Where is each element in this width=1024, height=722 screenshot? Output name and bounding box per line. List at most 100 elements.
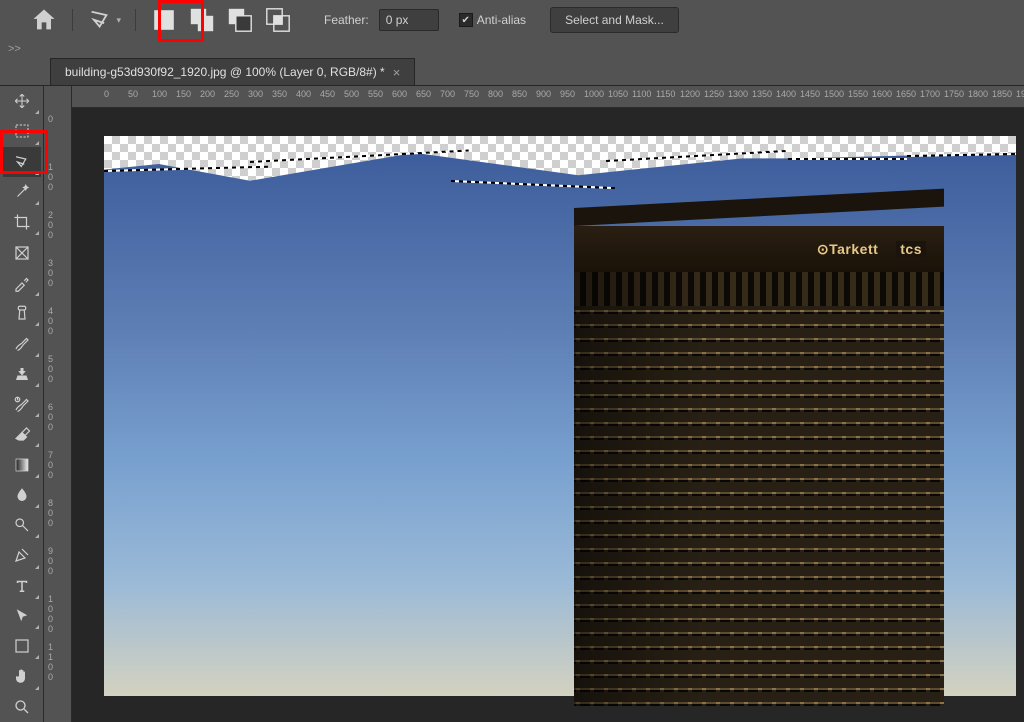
hand-tool[interactable] — [3, 661, 41, 691]
ruler-tick: 1200 — [680, 89, 700, 99]
marquee-tool[interactable] — [3, 116, 41, 146]
eraser-tool[interactable] — [3, 419, 41, 449]
horizontal-ruler: 0 50 100 150 200 250 300 350 400 450 500 550 600 650 7… — [72, 86, 1024, 108]
intersect-selection-icon[interactable] — [264, 6, 292, 34]
ruler-tick: 1000 — [48, 594, 53, 634]
building-sign-1: ⊙Tarkett — [817, 241, 878, 258]
ruler-tick: 1450 — [800, 89, 820, 99]
ruler-tick: 50 — [128, 89, 138, 99]
ruler-tick: 1700 — [920, 89, 940, 99]
ruler-tick: 550 — [368, 89, 383, 99]
add-to-selection-icon[interactable] — [188, 6, 216, 34]
ruler-tick: 200 — [200, 89, 215, 99]
document-tab-bar: building-g53d930f92_1920.jpg @ 100% (Lay… — [0, 58, 1024, 86]
ruler-tick: 250 — [224, 89, 239, 99]
ruler-tick: 950 — [560, 89, 575, 99]
ruler-tick: 600 — [392, 89, 407, 99]
document-canvas[interactable]: ⊙Tarkett tcs — [104, 136, 1016, 696]
move-tool[interactable] — [3, 86, 41, 116]
ruler-tick: 900 — [536, 89, 551, 99]
separator — [135, 9, 136, 31]
ruler-tick: 800 — [48, 498, 53, 528]
check-icon: ✔ — [459, 13, 473, 27]
document-tab-title: building-g53d930f92_1920.jpg @ 100% (Lay… — [65, 65, 385, 79]
blur-tool[interactable] — [3, 480, 41, 510]
ruler-tick: 1350 — [752, 89, 772, 99]
new-selection-icon[interactable] — [150, 6, 178, 34]
pen-tool[interactable] — [3, 540, 41, 570]
ruler-tick: 300 — [248, 89, 263, 99]
anti-alias-checkbox[interactable]: ✔ Anti-alias — [459, 13, 526, 27]
ruler-tick: 1500 — [824, 89, 844, 99]
close-icon[interactable]: × — [393, 65, 401, 80]
ruler-tick: 1050 — [608, 89, 628, 99]
zoom-tool[interactable] — [3, 692, 41, 722]
ruler-tick: 1250 — [704, 89, 724, 99]
options-bar: ▾ Feather: ✔ Anti-alias Select and Mask.… — [0, 0, 1024, 40]
separator — [72, 9, 73, 31]
vertical-ruler: 0 100 200 300 400 500 600 700 800 900 1000 1100 — [44, 86, 72, 722]
polygonal-lasso-presets-icon[interactable]: ▾ — [87, 6, 121, 34]
ruler-tick: 1550 — [848, 89, 868, 99]
lasso-tool[interactable] — [3, 147, 41, 177]
ruler-tick: 100 — [152, 89, 167, 99]
ruler-tick: 800 — [488, 89, 503, 99]
tools-panel — [0, 86, 44, 722]
ruler-tick: 300 — [48, 258, 53, 288]
shape-tool[interactable] — [3, 631, 41, 661]
feather-label: Feather: — [324, 13, 369, 27]
building-sign-2: tcs — [896, 241, 926, 257]
document-tab[interactable]: building-g53d930f92_1920.jpg @ 100% (Lay… — [50, 58, 415, 85]
ruler-tick: 100 — [48, 162, 53, 192]
feather-input[interactable] — [379, 9, 439, 31]
dodge-tool[interactable] — [3, 510, 41, 540]
ruler-tick: 700 — [48, 450, 53, 480]
ruler-tick: 1000 — [584, 89, 604, 99]
ruler-tick: 750 — [464, 89, 479, 99]
selection-marching-ants — [788, 158, 907, 160]
ruler-tick: 500 — [48, 354, 53, 384]
history-brush-tool[interactable] — [3, 389, 41, 419]
home-icon[interactable] — [30, 6, 58, 34]
ruler-tick: 900 — [48, 546, 53, 576]
image-building: ⊙Tarkett tcs — [574, 226, 944, 706]
ruler-tick: 0 — [48, 114, 53, 124]
ruler-tick: 500 — [344, 89, 359, 99]
ruler-tick: 650 — [416, 89, 431, 99]
select-and-mask-button[interactable]: Select and Mask... — [550, 7, 679, 33]
frame-tool[interactable] — [3, 237, 41, 267]
ruler-tick: 150 — [176, 89, 191, 99]
ruler-tick: 450 — [320, 89, 335, 99]
healing-brush-tool[interactable] — [3, 298, 41, 328]
ruler-tick: 1800 — [968, 89, 988, 99]
brush-tool[interactable] — [3, 328, 41, 358]
ruler-tick: 200 — [48, 210, 53, 240]
ruler-tick: 600 — [48, 402, 53, 432]
ruler-tick: 1600 — [872, 89, 892, 99]
magic-wand-tool[interactable] — [3, 177, 41, 207]
ruler-tick: 1150 — [656, 89, 675, 99]
ruler-tick: 0 — [104, 89, 109, 99]
type-tool[interactable] — [3, 571, 41, 601]
ruler-tick: 850 — [512, 89, 527, 99]
ruler-tick: 700 — [440, 89, 455, 99]
eyedropper-tool[interactable] — [3, 268, 41, 298]
clone-stamp-tool[interactable] — [3, 359, 41, 389]
ruler-tick: 1100 — [48, 642, 53, 682]
path-select-tool[interactable] — [3, 601, 41, 631]
ruler-tick: 1100 — [632, 89, 651, 99]
ruler-tick: 1850 — [992, 89, 1012, 99]
ruler-tick: 1650 — [896, 89, 916, 99]
ruler-tick: 400 — [296, 89, 311, 99]
crop-tool[interactable] — [3, 207, 41, 237]
canvas-viewport[interactable]: ⊙Tarkett tcs — [72, 108, 1024, 722]
ruler-tick: 1300 — [728, 89, 748, 99]
anti-alias-label: Anti-alias — [477, 13, 526, 27]
subtract-from-selection-icon[interactable] — [226, 6, 254, 34]
ruler-tick: 1900 — [1016, 89, 1024, 99]
ruler-tick: 400 — [48, 306, 53, 336]
gradient-tool[interactable] — [3, 449, 41, 479]
ruler-tick: 350 — [272, 89, 287, 99]
ruler-tick: 1750 — [944, 89, 964, 99]
expand-panel-chevrons[interactable]: >> — [0, 40, 1024, 58]
